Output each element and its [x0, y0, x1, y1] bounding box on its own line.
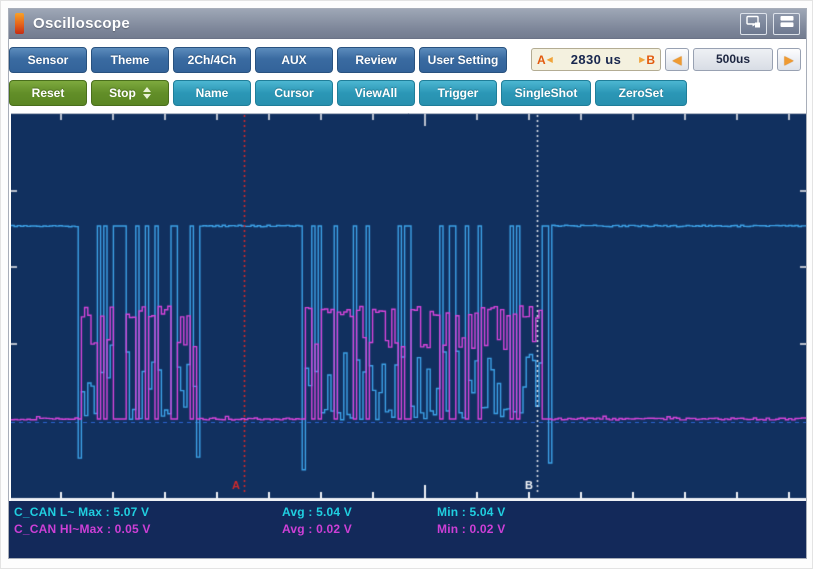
ch1-max-readout: C_CAN L~ Max : 5.07 V — [14, 505, 150, 519]
stop-button[interactable]: Stop — [91, 79, 169, 106]
cursor-b-label: B — [646, 52, 655, 67]
aux-button[interactable]: AUX — [255, 46, 333, 73]
waveform-display[interactable] — [11, 113, 806, 501]
screen-layout-button[interactable] — [740, 12, 767, 35]
cursor-a-arrow-icon: ◀ — [546, 55, 553, 64]
stop-button-label: Stop — [109, 85, 136, 100]
timebase-decrease-button[interactable]: ◀ — [665, 48, 689, 71]
timebase-increase-button[interactable]: ▶ — [777, 48, 801, 71]
split-view-icon — [779, 15, 795, 32]
singleshot-button[interactable]: SingleShot — [501, 79, 591, 106]
split-view-button[interactable] — [773, 12, 800, 35]
user-setting-button[interactable]: User Setting — [419, 46, 507, 73]
toolbar-row-2: Reset Stop Name Cursor ViewAll Trigger S… — [9, 79, 687, 106]
sensor-button[interactable]: Sensor — [9, 46, 87, 73]
title-bar: Oscilloscope — [9, 9, 806, 39]
reset-button[interactable]: Reset — [9, 79, 87, 106]
ch2-max-readout: C_CAN HI~Max : 0.05 V — [14, 522, 151, 536]
left-arrow-icon: ◀ — [672, 52, 682, 67]
stop-spinner-icon — [142, 86, 151, 99]
ab-cursor-readout[interactable]: A ◀ 2830 us ▶ B — [531, 48, 661, 71]
ch2-avg-readout: Avg : 0.02 V — [282, 522, 352, 536]
ab-delta-value: 2830 us — [570, 52, 622, 67]
cursor-b-arrow-icon: ▶ — [639, 55, 646, 64]
window-title: Oscilloscope — [33, 15, 130, 32]
review-button[interactable]: Review — [337, 46, 415, 73]
screen-layout-icon — [745, 15, 762, 32]
ch1-min-readout: Min : 5.04 V — [437, 505, 506, 519]
right-arrow-icon: ▶ — [784, 52, 794, 67]
theme-button[interactable]: Theme — [91, 46, 169, 73]
channel-mode-button[interactable]: 2Ch/4Ch — [173, 46, 251, 73]
name-button[interactable]: Name — [173, 79, 251, 106]
cursor-button[interactable]: Cursor — [255, 79, 333, 106]
measurement-panel: C_CAN L~ Max : 5.07 V Avg : 5.04 V Min :… — [9, 501, 806, 558]
app-icon — [15, 13, 24, 34]
ch2-min-readout: Min : 0.02 V — [437, 522, 506, 536]
timebase-display: 500us — [693, 48, 773, 71]
zeroset-button[interactable]: ZeroSet — [595, 79, 687, 106]
cursor-a-label: A — [537, 52, 546, 67]
viewall-button[interactable]: ViewAll — [337, 79, 415, 106]
toolbar-row-1: Sensor Theme 2Ch/4Ch AUX Review User Set… — [9, 46, 801, 73]
trigger-button[interactable]: Trigger — [419, 79, 497, 106]
ch1-avg-readout: Avg : 5.04 V — [282, 505, 352, 519]
oscilloscope-window: Oscilloscope Sensor Theme 2Ch/4Ch AUX Re… — [8, 8, 807, 559]
titlebar-buttons — [734, 12, 800, 35]
app-screen: Oscilloscope Sensor Theme 2Ch/4Ch AUX Re… — [0, 0, 813, 569]
